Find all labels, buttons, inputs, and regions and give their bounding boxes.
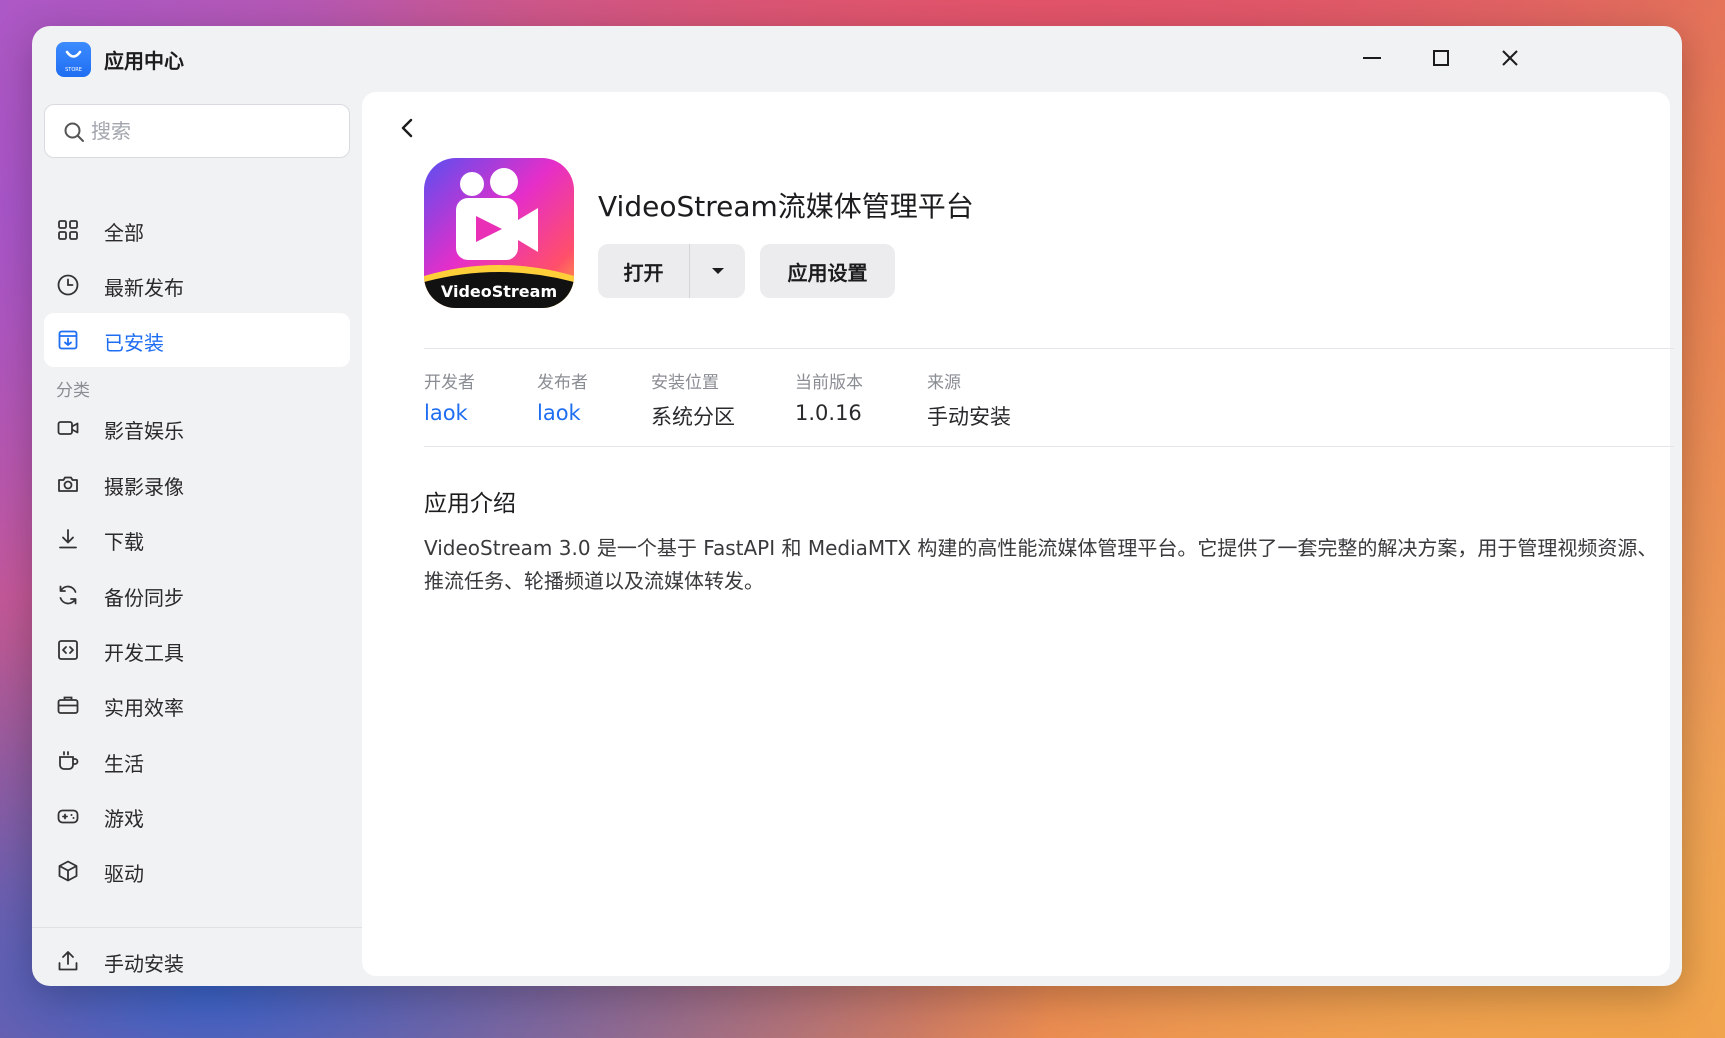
intro-text: VideoStream 3.0 是一个基于 FastAPI 和 MediaMTX… [424, 536, 1658, 593]
caret-down-icon [711, 268, 724, 274]
sidebar-item-media[interactable]: 影音娱乐 [44, 401, 350, 455]
camera-icon [58, 476, 78, 492]
meta-version: 当前版本 1.0.16 [795, 368, 863, 425]
meta-value: 1.0.16 [795, 401, 862, 425]
sidebar-item-label: 游戏 [104, 807, 144, 831]
title-bar: STORE 应用中心 [32, 26, 1682, 90]
cube-icon [58, 860, 78, 882]
publisher-link[interactable]: laok [537, 401, 588, 425]
sidebar-item-label: 备份同步 [104, 586, 184, 610]
minimize-button[interactable] [1350, 40, 1394, 76]
meta-publisher: 发布者 laok [537, 368, 588, 425]
intro-heading: 应用介绍 [424, 491, 516, 517]
close-button[interactable] [1488, 40, 1532, 76]
sync-icon [59, 585, 77, 605]
app-title: VideoStream流媒体管理平台 [598, 190, 974, 223]
meta-install-location: 安装位置 系统分区 [651, 368, 735, 431]
chevron-left-icon [401, 118, 413, 138]
sidebar-item-label: 最新发布 [104, 276, 184, 300]
app-detail-panel: VideoStream VideoStream流媒体管理平台 打开 应用设置 开… [362, 92, 1674, 976]
category-section-title: 分类 [56, 381, 90, 401]
installed-icon [58, 330, 78, 350]
sidebar-item-games[interactable]: 游戏 [44, 789, 350, 843]
meta-key: 开发者 [424, 373, 475, 393]
maximize-button[interactable] [1419, 40, 1463, 76]
briefcase-icon [57, 696, 79, 714]
search-icon [64, 122, 84, 142]
sidebar-item-installed[interactable]: 已安装 [44, 313, 350, 367]
meta-source: 来源 手动安装 [927, 368, 1011, 431]
meta-developer: 开发者 laok [424, 368, 475, 425]
sidebar-item-label: 摄影录像 [104, 475, 184, 499]
sidebar-item-label: 下载 [104, 530, 144, 554]
gamepad-icon [57, 809, 79, 824]
divider [424, 446, 1674, 447]
sidebar-item-download[interactable]: 下载 [44, 512, 350, 566]
minimize-icon [1363, 57, 1381, 59]
divider [424, 348, 1674, 349]
app-center-window: STORE 应用中心 搜索 全部 最新发布 已安装 分类 影音娱乐 摄影录像 下… [32, 26, 1682, 986]
meta-key: 当前版本 [795, 373, 863, 393]
code-icon [58, 640, 78, 660]
sidebar-item-label: 影音娱乐 [104, 419, 184, 443]
meta-key: 发布者 [537, 373, 588, 393]
sidebar-item-label: 全部 [104, 221, 144, 245]
clock-icon [57, 274, 79, 296]
grid-icon [58, 220, 78, 240]
developer-link[interactable]: laok [424, 401, 475, 425]
close-icon [1502, 50, 1518, 66]
sidebar-item-label: 实用效率 [104, 696, 184, 720]
sidebar-item-backup[interactable]: 备份同步 [44, 568, 350, 622]
sidebar-item-drivers[interactable]: 驱动 [44, 844, 350, 898]
sidebar-item-label: 驱动 [104, 862, 144, 886]
sidebar-item-all[interactable]: 全部 [44, 203, 350, 257]
video-icon [57, 421, 79, 435]
search-box[interactable] [44, 104, 350, 158]
window-title: 应用中心 [104, 49, 184, 73]
back-button[interactable] [386, 108, 430, 148]
meta-key: 来源 [927, 373, 961, 393]
app-icon-caption: VideoStream [441, 282, 557, 301]
store-logo-icon: STORE [56, 42, 91, 77]
meta-value: 系统分区 [651, 405, 735, 429]
search-input[interactable] [91, 115, 331, 147]
sidebar-item-label: 已安装 [104, 331, 164, 355]
store-logo-text: STORE [65, 67, 82, 73]
sidebar-item-photo[interactable]: 摄影录像 [44, 457, 350, 511]
meta-key: 安装位置 [651, 373, 719, 393]
manual-install-label: 手动安装 [104, 952, 184, 976]
download-icon [59, 529, 77, 549]
manual-install-button[interactable]: 手动安装 [44, 934, 350, 986]
app-settings-label: 应用设置 [787, 260, 868, 285]
sidebar-item-life[interactable]: 生活 [44, 734, 350, 788]
app-icon: VideoStream [424, 158, 574, 308]
meta-value: 手动安装 [927, 405, 1011, 429]
cup-icon [59, 751, 79, 770]
sidebar-item-latest[interactable]: 最新发布 [44, 258, 350, 312]
sidebar-item-productivity[interactable]: 实用效率 [44, 678, 350, 732]
sidebar-divider [32, 927, 362, 928]
app-settings-button[interactable]: 应用设置 [760, 244, 895, 298]
sidebar-item-label: 开发工具 [104, 641, 184, 665]
sidebar-item-devtools[interactable]: 开发工具 [44, 623, 350, 677]
open-button[interactable]: 打开 [598, 244, 689, 298]
upload-icon [58, 951, 78, 971]
open-button-label: 打开 [623, 260, 664, 285]
open-options-dropdown[interactable] [690, 244, 745, 298]
sidebar-item-label: 生活 [104, 752, 144, 776]
maximize-icon [1433, 50, 1449, 66]
